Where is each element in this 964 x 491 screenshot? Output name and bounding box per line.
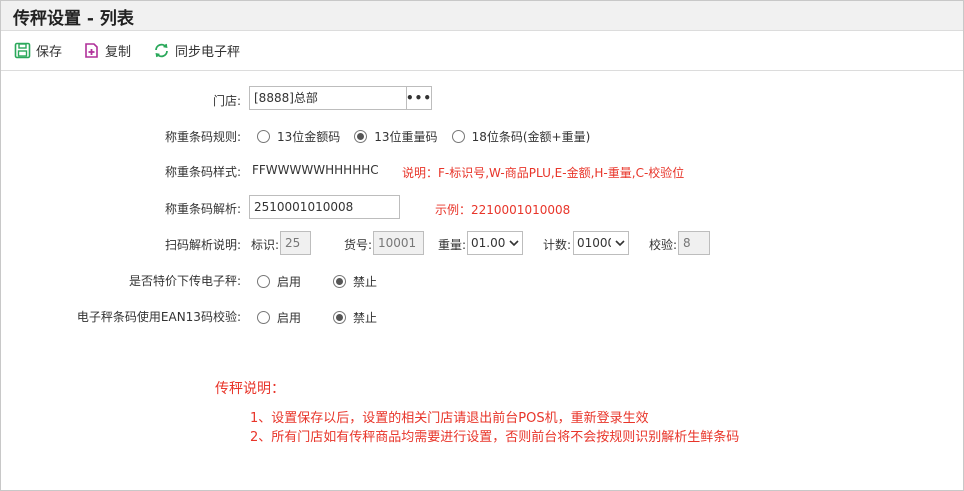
radio-icon xyxy=(257,130,270,143)
rule-option-label: 18位条码(金额+重量) xyxy=(471,130,591,144)
rule-option-18[interactable]: 18位条码(金额+重量) xyxy=(451,128,591,145)
radio-selected-icon xyxy=(354,130,368,143)
count-select-value: 01000 xyxy=(577,236,611,250)
mark-field: 25 xyxy=(280,231,311,255)
weight-select[interactable]: 01.000 xyxy=(467,231,523,255)
notes-line-2: 2、所有门店如有传秤商品均需要进行设置，否则前台将不会按规则识别解析生鲜条码 xyxy=(250,430,740,445)
radio-icon xyxy=(451,130,465,143)
sync-icon xyxy=(153,42,170,59)
sync-label: 同步电子秤 xyxy=(175,44,241,60)
store-field[interactable]: [8888]总部 xyxy=(249,86,407,110)
weight-select-value: 01.000 xyxy=(471,236,505,250)
ean-disable-option[interactable]: 禁止 xyxy=(333,309,377,326)
copy-button[interactable]: 复制 xyxy=(83,40,131,60)
rule-option-amount[interactable]: 13位金额码 xyxy=(257,128,340,145)
chevron-down-icon xyxy=(611,232,628,254)
rule-option-label: 13位金额码 xyxy=(277,130,341,144)
special-radio-group: 启用 禁止 xyxy=(257,273,391,290)
special-enable-option[interactable]: 启用 xyxy=(257,273,301,290)
style-label: 称重条码样式: xyxy=(164,165,241,179)
window-frame: 传秤设置 - 列表 保存 复制 同步电子秤 门店: [8888]总部 ••• 称… xyxy=(0,0,964,491)
goods-field: 10001 xyxy=(373,231,424,255)
save-icon xyxy=(14,42,31,59)
check-field: 8 xyxy=(678,231,710,255)
parse-label: 称重条码解析: xyxy=(164,202,241,216)
rule-option-label: 13位重量码 xyxy=(374,130,438,144)
radio-selected-icon xyxy=(333,311,347,324)
sync-scale-button[interactable]: 同步电子秤 xyxy=(153,40,240,60)
special-disable-option[interactable]: 禁止 xyxy=(333,273,377,290)
copy-icon xyxy=(83,42,100,59)
style-hint: 说明：F-标识号,W-商品PLU,E-金额,H-重量,C-校验位 xyxy=(402,166,685,180)
ean-label: 电子秤条码使用EAN13码校验: xyxy=(76,310,241,324)
radio-icon xyxy=(257,311,270,324)
radio-icon xyxy=(257,275,270,288)
store-picker-button[interactable]: ••• xyxy=(406,86,432,110)
save-label: 保存 xyxy=(36,44,63,60)
enable-label: 启用 xyxy=(277,311,302,325)
enable-label: 启用 xyxy=(277,275,302,289)
title-bar: 传秤设置 - 列表 xyxy=(1,1,963,31)
count-select[interactable]: 01000 xyxy=(573,231,629,255)
mark-label: 标识: xyxy=(251,238,280,252)
weight-label: 重量: xyxy=(438,238,467,252)
ellipsis-icon: ••• xyxy=(406,91,433,105)
rule-label: 称重条码规则: xyxy=(164,130,241,144)
parse-input[interactable]: 2510001010008 xyxy=(249,195,400,219)
store-label: 门店: xyxy=(212,94,241,108)
parse-example: 示例：2210001010008 xyxy=(435,203,571,217)
count-label: 计数: xyxy=(543,238,572,252)
save-button[interactable]: 保存 xyxy=(14,40,62,60)
disable-label: 禁止 xyxy=(353,311,378,325)
check-label: 校验: xyxy=(649,238,678,252)
ean-radio-group: 启用 禁止 xyxy=(257,309,391,326)
chevron-down-icon xyxy=(505,232,522,254)
notes-title: 传秤说明： xyxy=(215,381,285,397)
page-title: 传秤设置 - 列表 xyxy=(13,9,134,29)
scan-label: 扫码解析说明: xyxy=(164,238,241,252)
ean-enable-option[interactable]: 启用 xyxy=(257,309,301,326)
goods-label: 货号: xyxy=(344,238,373,252)
disable-label: 禁止 xyxy=(353,275,378,289)
rule-option-weight[interactable]: 13位重量码 xyxy=(354,128,438,145)
toolbar: 保存 复制 同步电子秤 xyxy=(1,31,963,71)
special-label: 是否特价下传电子秤: xyxy=(128,274,241,288)
style-value: FFWWWWWHHHHHC xyxy=(252,163,379,177)
radio-selected-icon xyxy=(333,275,347,288)
notes-line-1: 1、设置保存以后，设置的相关门店请退出前台POS机，重新登录生效 xyxy=(250,411,649,426)
rule-radio-group: 13位金额码 13位重量码 18位条码(金额+重量) xyxy=(257,128,604,145)
copy-label: 复制 xyxy=(105,44,132,60)
